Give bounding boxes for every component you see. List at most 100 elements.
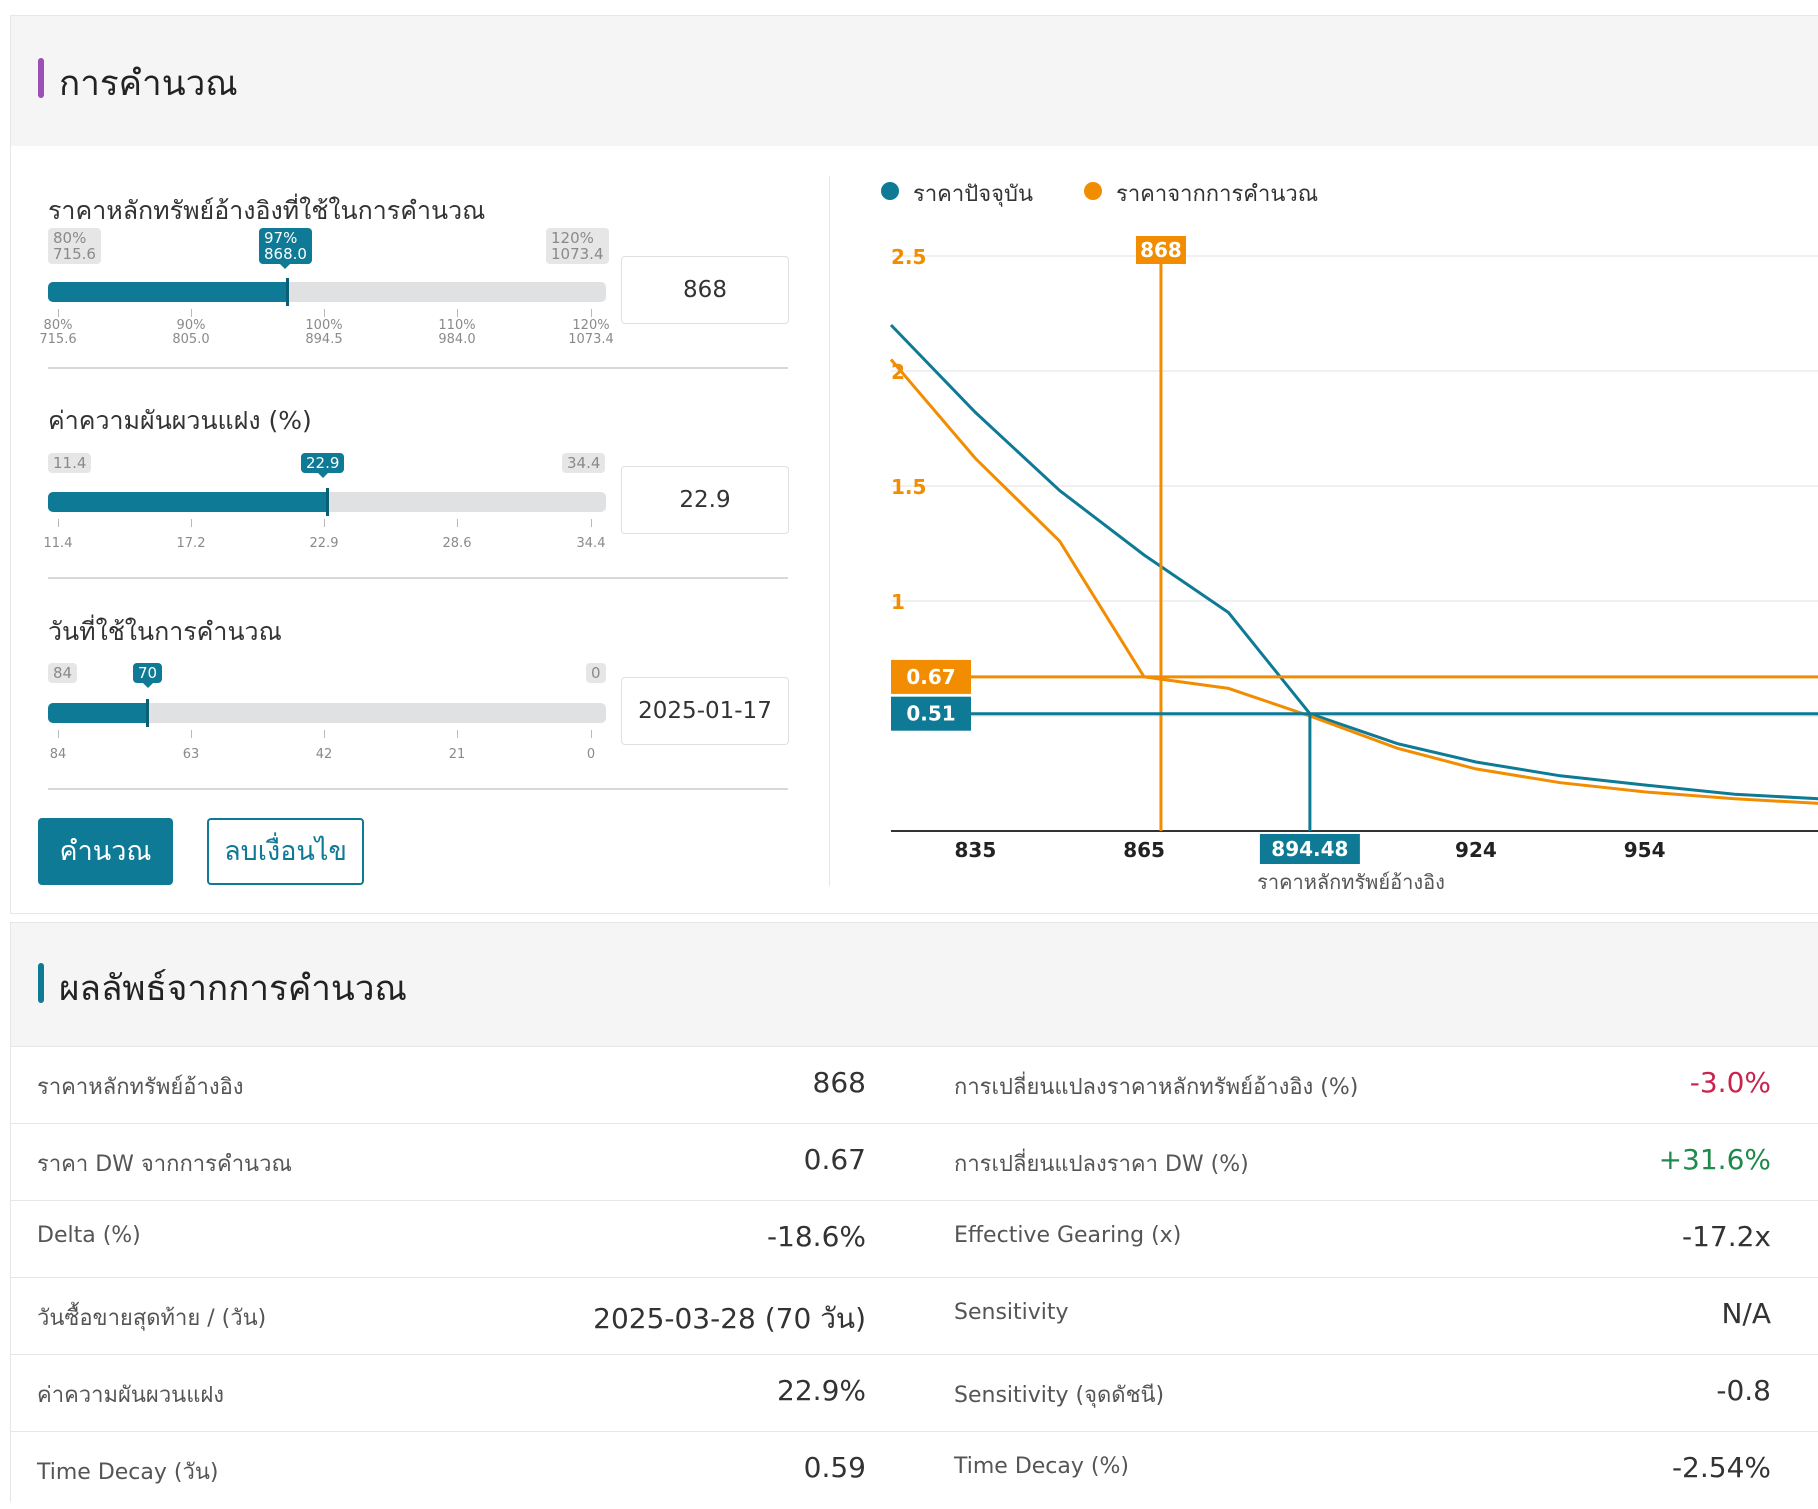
calculate-button[interactable]: คำนวณ bbox=[38, 818, 173, 885]
result-right-label: การเปลี่ยนแปลงราคาหลักทรัพย์อ้างอิง (%) bbox=[954, 1075, 1359, 1100]
calculation-header: การคำนวณ bbox=[11, 16, 1818, 146]
legend-calculated-dot bbox=[1084, 182, 1102, 200]
volatility-input[interactable]: 22.9 bbox=[621, 466, 789, 534]
date-input[interactable]: 2025-01-17 bbox=[621, 677, 789, 745]
underlying-max-tag: 120% 1073.4 bbox=[546, 228, 609, 264]
date-tick-label: 21 bbox=[448, 747, 466, 762]
y-tick-label: 2.5 bbox=[891, 245, 926, 269]
date-tick-label: 0 bbox=[586, 747, 596, 762]
result-left-value: -18.6% bbox=[766, 1220, 866, 1253]
legend-current-dot bbox=[881, 182, 899, 200]
result-right-value: +31.6% bbox=[1658, 1143, 1771, 1176]
underlying-price-slider-title: ราคาหลักทรัพย์อ้างอิงที่ใช้ในการคำนวณ bbox=[48, 196, 486, 225]
result-left-label: Delta (%) bbox=[37, 1223, 141, 1248]
results-title-bar bbox=[38, 963, 44, 1003]
underlying-min-tag: 80% 715.6 bbox=[48, 228, 101, 264]
calc-dw-marker-label: 0.67 bbox=[906, 665, 955, 689]
date-min-tag: 84 bbox=[48, 663, 78, 683]
results-title: ผลลัพธ์จากการคำนวณ bbox=[59, 969, 407, 1009]
date-max-tag: 0 bbox=[586, 663, 606, 683]
result-right-value: -0.8 bbox=[1716, 1374, 1771, 1407]
result-right-value: -3.0% bbox=[1689, 1066, 1771, 1099]
result-right-value: -17.2x bbox=[1681, 1220, 1771, 1253]
result-left-value: 0.59 bbox=[803, 1451, 866, 1484]
underlying-tick-label: 120% 1073.4 bbox=[568, 318, 614, 347]
result-row: ราคา DW จากการคำนวณ 0.67 การเปลี่ยนแปลงราค… bbox=[10, 1123, 1818, 1201]
date-tick-label: 63 bbox=[182, 747, 200, 762]
x-axis-label: ราคาหลักทรัพย์อ้างอิง bbox=[1257, 870, 1445, 894]
volatility-tick-label: 34.4 bbox=[576, 536, 606, 551]
date-slider-fill bbox=[48, 703, 148, 723]
volatility-tick-label: 22.9 bbox=[309, 536, 339, 551]
column-divider bbox=[829, 176, 830, 886]
result-left-label: Time Decay (วัน) bbox=[37, 1460, 219, 1485]
underlying-tick-label: 90% 805.0 bbox=[172, 318, 210, 347]
date-current-tag: 70 bbox=[133, 663, 163, 688]
date-tick-label: 84 bbox=[49, 747, 67, 762]
calculation-title-bar bbox=[38, 58, 44, 98]
date-slider-handle[interactable] bbox=[146, 699, 149, 727]
legend-calculated-label: ราคาจากการคำนวณ bbox=[1116, 182, 1319, 207]
result-right-label: Sensitivity bbox=[954, 1300, 1069, 1325]
volatility-slider-handle[interactable] bbox=[326, 488, 329, 516]
result-row: Time Decay (วัน) 0.59 Time Decay (%) -2.54% bbox=[10, 1431, 1818, 1509]
calculation-title: การคำนวณ bbox=[59, 64, 238, 104]
result-right-label: Time Decay (%) bbox=[954, 1454, 1129, 1479]
result-row: วันซื้อขายสุดท้าย / (วัน) 2025-03-28 (70 … bbox=[10, 1277, 1818, 1355]
result-left-value: 2025-03-28 (70 วัน) bbox=[593, 1302, 866, 1335]
result-row: ค่าความผันผวนแฝง 22.9% Sensitivity (จุดดัช… bbox=[10, 1354, 1818, 1432]
volatility-slider-title: ค่าความผันผวนแฝง (%) bbox=[48, 406, 312, 435]
legend-current-label: ราคาปัจจุบัน bbox=[913, 182, 1033, 207]
result-row: Delta (%) -18.6% Effective Gearing (x) -17.… bbox=[10, 1200, 1818, 1278]
underlying-current-tag: 97% 868.0 bbox=[259, 228, 312, 269]
result-left-value: 0.67 bbox=[803, 1143, 866, 1176]
volatility-slider[interactable] bbox=[48, 488, 606, 516]
y-tick-label: 1 bbox=[891, 590, 905, 614]
volatility-tick-label: 17.2 bbox=[176, 536, 206, 551]
result-right-value: N/A bbox=[1721, 1297, 1771, 1330]
underlying-tick-label: 100% 894.5 bbox=[305, 318, 343, 347]
x-tick-label: 835 bbox=[954, 838, 996, 862]
current-price-marker-label: 894.48 bbox=[1271, 837, 1348, 861]
y-tick-label: 1.5 bbox=[891, 475, 926, 499]
x-tick-label: 865 bbox=[1123, 838, 1165, 862]
volatility-slider-fill bbox=[48, 492, 328, 512]
volatility-current-tag: 22.9 bbox=[301, 453, 345, 478]
divider bbox=[48, 367, 788, 369]
underlying-price-slider[interactable] bbox=[48, 278, 606, 306]
result-left-value: 868 bbox=[812, 1066, 866, 1099]
current-price-curve bbox=[889, 323, 1818, 801]
x-tick-label: 954 bbox=[1624, 838, 1666, 862]
result-right-value: -2.54% bbox=[1671, 1451, 1771, 1484]
result-left-label: ค่าความผันผวนแฝง bbox=[37, 1383, 225, 1408]
divider bbox=[48, 577, 788, 579]
calculated-price-curve bbox=[889, 358, 1818, 805]
calculation-panel: การคำนวณ ราคาหลักทรัพย์อ้างอิงที่ใช้ในกา… bbox=[10, 15, 1818, 914]
result-right-label: การเปลี่ยนแปลงราคา DW (%) bbox=[954, 1152, 1249, 1177]
result-left-label: ราคา DW จากการคำนวณ bbox=[37, 1152, 292, 1177]
result-row: ราคาหลักทรัพย์อ้างอิง 868 การเปลี่ยนแปลงรา… bbox=[10, 1046, 1818, 1124]
underlying-slider-handle[interactable] bbox=[286, 278, 289, 306]
calc-price-marker-label: 868 bbox=[1140, 238, 1182, 262]
volatility-max-tag: 34.4 bbox=[562, 453, 606, 473]
results-header: ผลลัพธ์จากการคำนวณ bbox=[11, 923, 1818, 1046]
price-chart: 2.521.510.58680.670.51835865924954894.48… bbox=[889, 236, 1818, 894]
result-left-value: 22.9% bbox=[777, 1374, 866, 1407]
underlying-tick-label: 80% 715.6 bbox=[39, 318, 77, 347]
divider bbox=[48, 788, 788, 790]
underlying-tick-label: 110% 984.0 bbox=[438, 318, 476, 347]
date-slider[interactable] bbox=[48, 699, 606, 727]
result-right-label: Effective Gearing (x) bbox=[954, 1223, 1182, 1248]
date-tick-label: 42 bbox=[315, 747, 333, 762]
underlying-slider-fill bbox=[48, 282, 288, 302]
x-tick-label: 924 bbox=[1455, 838, 1497, 862]
reset-button[interactable]: ลบเงื่อนไข bbox=[207, 818, 364, 885]
underlying-price-input[interactable]: 868 bbox=[621, 256, 789, 324]
result-left-label: ราคาหลักทรัพย์อ้างอิง bbox=[37, 1075, 244, 1100]
volatility-min-tag: 11.4 bbox=[48, 453, 92, 473]
result-right-label: Sensitivity (จุดดัชนี) bbox=[954, 1383, 1165, 1408]
volatility-tick-label: 11.4 bbox=[43, 536, 73, 551]
volatility-tick-label: 28.6 bbox=[442, 536, 472, 551]
result-left-label: วันซื้อขายสุดท้าย / (วัน) bbox=[37, 1306, 267, 1331]
date-slider-title: วันที่ใช้ในการคำนวณ bbox=[48, 617, 282, 646]
